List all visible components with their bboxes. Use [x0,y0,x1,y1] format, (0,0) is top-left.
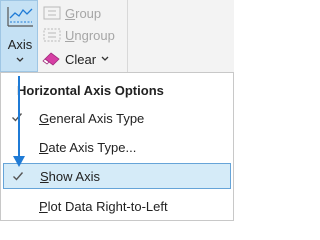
axis-dropdown-button[interactable]: Axis [0,0,38,72]
menu-item-show-axis[interactable]: Show Axis [3,163,231,189]
ungroup-button[interactable]: Ungroup [42,24,126,46]
chevron-down-icon [101,56,109,61]
menu-item-label: Date Axis Type... [39,140,137,155]
menu-item-label: General Axis Type [39,111,145,126]
group-button-label: Group [65,5,102,21]
menu-item-plot-data-right-to-left[interactable]: Plot Data Right-to-Left [1,193,233,219]
axis-options-menu: Horizontal Axis Options General Axis Typ… [0,72,234,221]
ribbon-group: Axis Group Ungroup Clear [0,0,234,72]
chevron-down-icon [16,57,24,62]
ungroup-icon [43,28,61,42]
axis-button-label: Axis [7,37,33,52]
checkmark-icon [12,113,23,122]
menu-item-date-axis-type[interactable]: Date Axis Type... [1,134,233,160]
ungroup-button-label: Ungroup [65,27,115,43]
menu-header: Horizontal Axis Options [17,83,164,98]
menu-item-label: Plot Data Right-to-Left [39,199,168,214]
eraser-icon [42,52,60,66]
checkmark-icon [13,172,24,181]
group-icon [43,6,61,20]
ribbon-separator [127,0,128,72]
clear-dropdown-button[interactable]: Clear [42,48,126,70]
group-button[interactable]: Group [42,2,126,24]
menu-item-label: Show Axis [40,169,100,184]
axis-chart-icon [7,7,33,27]
menu-item-general-axis-type[interactable]: General Axis Type [1,105,233,131]
clear-button-label: Clear [65,51,97,67]
